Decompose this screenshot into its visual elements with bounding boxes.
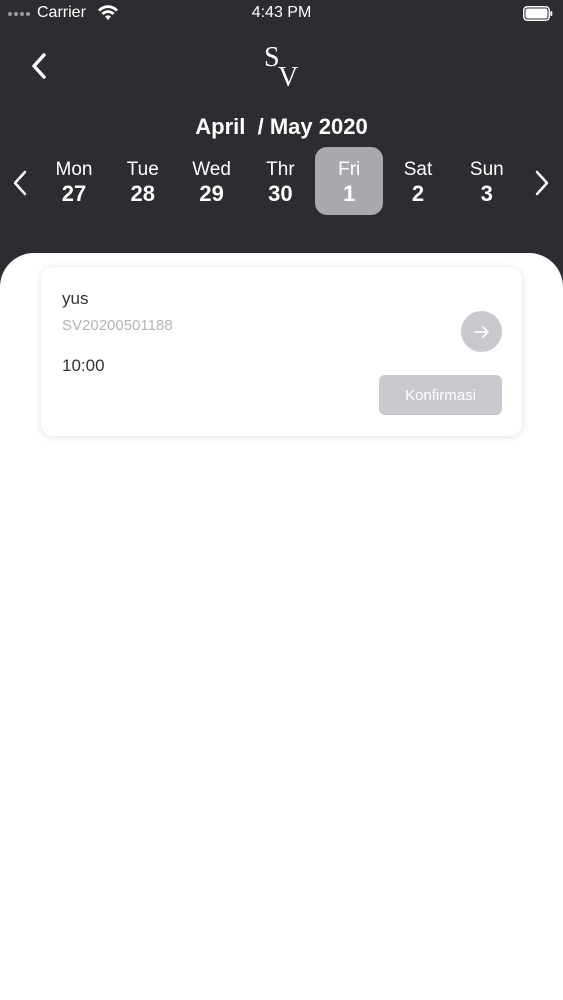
day-item-wed[interactable]: Wed 29 xyxy=(178,147,246,215)
day-number: 30 xyxy=(268,181,293,206)
day-number: 27 xyxy=(61,181,87,206)
back-button[interactable] xyxy=(24,50,54,82)
day-item-sat[interactable]: Sat 2 xyxy=(384,147,452,215)
header: Carrier 4:43 PM S V April / May 2020 Mon… xyxy=(0,0,563,290)
svg-text:V: V xyxy=(278,62,298,90)
battery-icon xyxy=(523,6,553,21)
booking-time: 10:00 xyxy=(62,356,105,375)
day-name: Mon xyxy=(55,159,93,180)
day-item-mon[interactable]: Mon 27 xyxy=(40,147,108,215)
month-title: April / May 2020 xyxy=(195,114,368,139)
day-name: Tue xyxy=(126,159,159,180)
status-bar: Carrier 4:43 PM xyxy=(0,0,563,28)
day-number: 1 xyxy=(343,181,356,206)
booking-card[interactable]: yus SV20200501188 10:00 Konfirmasi xyxy=(41,267,522,436)
day-number: 3 xyxy=(480,181,493,206)
confirm-button[interactable]: Konfirmasi xyxy=(379,375,502,415)
customer-name: yus xyxy=(62,289,89,308)
day-name: Sun xyxy=(469,159,504,180)
booking-code: SV20200501188 xyxy=(62,317,173,334)
day-name: Sat xyxy=(403,159,433,180)
day-number: 28 xyxy=(130,181,156,206)
day-selector: Mon 27 Tue 28 Wed 29 Thr 30 Fri 1 Sat 2 Sun 3 xyxy=(40,147,527,215)
app-logo: S V xyxy=(264,42,298,90)
day-name: Wed xyxy=(192,159,231,180)
day-number: 29 xyxy=(199,181,224,206)
day-number: 2 xyxy=(411,181,425,206)
day-name: Fri xyxy=(338,159,361,180)
status-time: 4:43 PM xyxy=(251,4,312,21)
day-item-fri[interactable]: Fri 1 xyxy=(315,147,384,215)
day-item-tue[interactable]: Tue 28 xyxy=(109,147,177,215)
day-name: Thr xyxy=(266,159,295,180)
back-chevron-icon xyxy=(32,53,46,79)
day-item-sun[interactable]: Sun 3 xyxy=(453,147,521,215)
day-item-thr[interactable]: Thr 30 xyxy=(246,147,314,215)
next-week-button[interactable] xyxy=(530,167,554,199)
arrow-right-icon xyxy=(473,325,489,338)
chevron-right-icon xyxy=(535,170,549,196)
booking-detail-button[interactable] xyxy=(461,311,502,352)
prev-week-button[interactable] xyxy=(8,167,32,199)
chevron-left-icon xyxy=(13,170,27,196)
